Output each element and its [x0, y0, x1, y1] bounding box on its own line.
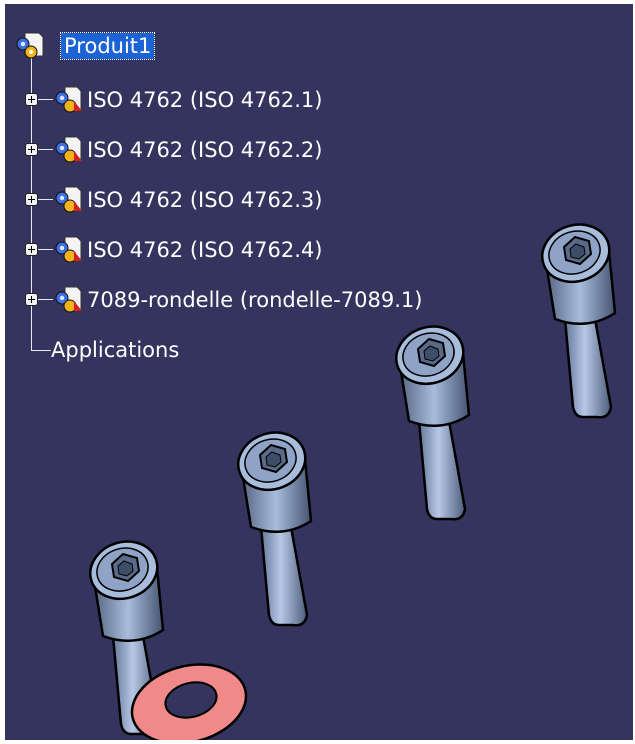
tree-label-child[interactable]: ISO 4762 (ISO 4762.1)	[87, 87, 322, 113]
expand-plus-icon[interactable]	[26, 94, 37, 105]
specification-tree: Produit1 ISO 4762 (ISO 4762.1) ISO 4762 …	[5, 4, 633, 740]
tree-node-applications[interactable]: Applications	[51, 336, 179, 364]
product-icon	[15, 32, 45, 60]
tree-node-iso-4762-3[interactable]: ISO 4762 (ISO 4762.3)	[19, 186, 322, 214]
tree-label-child[interactable]: ISO 4762 (ISO 4762.4)	[87, 237, 322, 263]
expand-plus-icon[interactable]	[26, 144, 37, 155]
tree-node-root[interactable]: Produit1	[15, 32, 156, 60]
tree-branch-line	[31, 350, 51, 351]
tree-label-root[interactable]: Produit1	[59, 32, 156, 60]
part-icon	[53, 136, 83, 164]
tree-node-iso-4762-4[interactable]: ISO 4762 (ISO 4762.4)	[19, 236, 322, 264]
3d-viewport[interactable]: Produit1 ISO 4762 (ISO 4762.1) ISO 4762 …	[5, 4, 633, 740]
tree-node-iso-4762-2[interactable]: ISO 4762 (ISO 4762.2)	[19, 136, 322, 164]
part-icon	[53, 286, 83, 314]
expand-plus-icon[interactable]	[26, 294, 37, 305]
tree-node-iso-4762-1[interactable]: ISO 4762 (ISO 4762.1)	[19, 86, 322, 114]
part-icon	[53, 86, 83, 114]
tree-label-child[interactable]: ISO 4762 (ISO 4762.2)	[87, 137, 322, 163]
tree-label-applications[interactable]: Applications	[51, 337, 179, 363]
expand-plus-icon[interactable]	[26, 194, 37, 205]
expand-plus-icon[interactable]	[26, 244, 37, 255]
tree-node-rondelle[interactable]: 7089-rondelle (rondelle-7089.1)	[19, 286, 422, 314]
tree-label-child[interactable]: ISO 4762 (ISO 4762.3)	[87, 187, 322, 213]
part-icon	[53, 236, 83, 264]
tree-label-child[interactable]: 7089-rondelle (rondelle-7089.1)	[87, 287, 422, 313]
part-icon	[53, 186, 83, 214]
